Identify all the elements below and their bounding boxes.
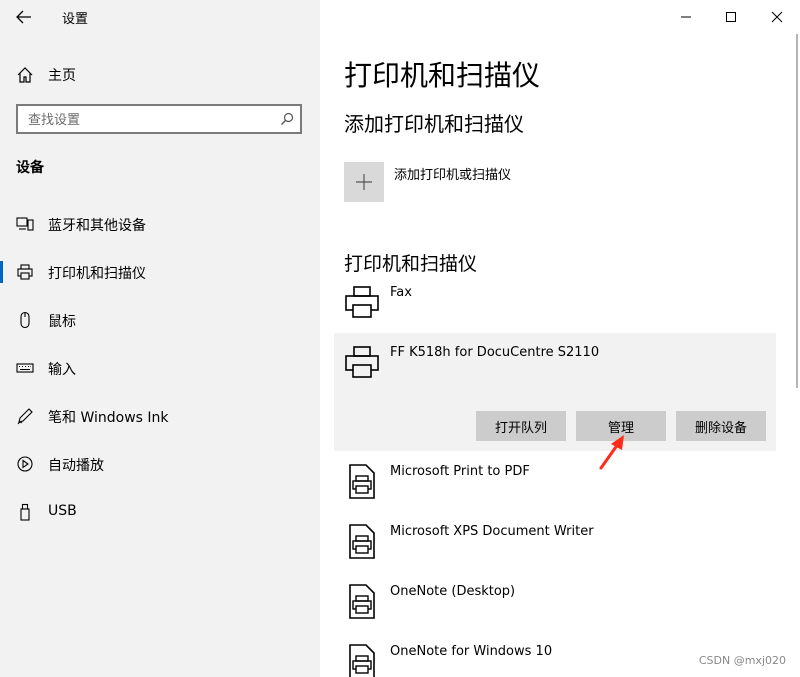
device-item-print-to-pdf[interactable]: Microsoft Print to PDF bbox=[334, 464, 776, 524]
device-item-ff-k518h[interactable]: FF K518h for DocuCentre S2110 打开队列 管理 删除… bbox=[334, 333, 776, 451]
search-input[interactable] bbox=[26, 110, 280, 130]
device-name: Microsoft XPS Document Writer bbox=[390, 524, 594, 539]
mouse-icon bbox=[20, 311, 30, 329]
sidebar-item-label: 蓝牙和其他设备 bbox=[48, 218, 146, 234]
printer-icon bbox=[345, 346, 379, 378]
autoplay-icon bbox=[17, 456, 33, 472]
sidebar-item-label: 输入 bbox=[48, 362, 76, 378]
watermark: CSDN @mxj020 bbox=[698, 654, 786, 667]
plus-icon bbox=[356, 174, 372, 190]
printer-icon bbox=[17, 264, 33, 280]
add-section-title: 添加打印机和扫描仪 bbox=[344, 112, 524, 136]
document-printer-icon bbox=[349, 464, 375, 499]
page-title: 打印机和扫描仪 bbox=[344, 59, 541, 92]
back-button[interactable] bbox=[10, 6, 38, 28]
annotation-arrow-icon bbox=[599, 435, 624, 470]
sidebar-item-typing[interactable]: 输入 bbox=[0, 351, 320, 385]
app-title: 设置 bbox=[62, 12, 89, 27]
device-name: Microsoft Print to PDF bbox=[390, 464, 530, 479]
device-item-onenote-desktop[interactable]: OneNote (Desktop) bbox=[334, 584, 776, 644]
printer-icon bbox=[345, 286, 379, 318]
back-arrow-icon bbox=[16, 10, 31, 24]
device-name: OneNote for Windows 10 bbox=[390, 644, 553, 659]
maximize-icon bbox=[726, 12, 736, 22]
home-icon bbox=[17, 67, 33, 83]
close-icon bbox=[771, 11, 783, 23]
document-printer-icon bbox=[349, 524, 375, 559]
device-name: FF K518h for DocuCentre S2110 bbox=[390, 345, 600, 360]
open-queue-button[interactable]: 打开队列 bbox=[476, 411, 566, 441]
main-content: 打印机和扫描仪 添加打印机和扫描仪 添加打印机或扫描仪 打印机和扫描仪 Fax … bbox=[320, 0, 800, 677]
sidebar-item-label: 自动播放 bbox=[48, 458, 104, 474]
sidebar-item-label: 鼠标 bbox=[48, 314, 76, 330]
device-name: OneNote (Desktop) bbox=[390, 584, 516, 599]
usb-icon bbox=[20, 503, 30, 521]
keyboard-icon bbox=[16, 363, 34, 373]
close-button[interactable] bbox=[764, 6, 790, 28]
remove-device-button[interactable]: 删除设备 bbox=[676, 411, 766, 441]
pen-icon bbox=[17, 408, 33, 425]
device-item-xps-writer[interactable]: Microsoft XPS Document Writer bbox=[334, 524, 776, 584]
sidebar-item-bluetooth[interactable]: 蓝牙和其他设备 bbox=[0, 207, 320, 241]
sidebar-item-home[interactable]: 主页 bbox=[0, 60, 320, 88]
sidebar-item-label: USB bbox=[48, 503, 77, 519]
printers-section-title: 打印机和扫描仪 bbox=[344, 253, 478, 275]
sidebar-item-label: 打印机和扫描仪 bbox=[48, 266, 146, 282]
add-printer-button[interactable] bbox=[344, 162, 384, 202]
sidebar-item-printers[interactable]: 打印机和扫描仪 bbox=[0, 255, 320, 289]
document-printer-icon bbox=[349, 584, 375, 619]
scrollbar-thumb[interactable] bbox=[796, 34, 798, 388]
maximize-button[interactable] bbox=[718, 6, 744, 28]
sidebar-home-label: 主页 bbox=[48, 68, 76, 84]
section-heading-devices: 设备 bbox=[16, 160, 44, 176]
minimize-icon bbox=[681, 16, 691, 18]
sidebar-item-label: 笔和 Windows Ink bbox=[48, 410, 169, 426]
device-name: Fax bbox=[390, 285, 412, 300]
vertical-scrollbar[interactable] bbox=[794, 0, 800, 677]
sidebar-item-usb[interactable]: USB bbox=[0, 495, 320, 529]
search-box bbox=[16, 104, 302, 134]
sidebar: 设置 主页 设备 蓝牙和其他设备 打印机和扫描仪 bbox=[0, 0, 320, 677]
minimize-button[interactable] bbox=[673, 6, 699, 28]
sidebar-item-autoplay[interactable]: 自动播放 bbox=[0, 447, 320, 481]
active-indicator bbox=[0, 261, 3, 283]
bluetooth-devices-icon bbox=[16, 217, 34, 231]
sidebar-item-pen[interactable]: 笔和 Windows Ink bbox=[0, 399, 320, 433]
search-icon[interactable] bbox=[280, 112, 294, 126]
add-printer-label[interactable]: 添加打印机或扫描仪 bbox=[394, 164, 511, 183]
sidebar-item-mouse[interactable]: 鼠标 bbox=[0, 303, 320, 337]
document-printer-icon bbox=[349, 644, 375, 677]
